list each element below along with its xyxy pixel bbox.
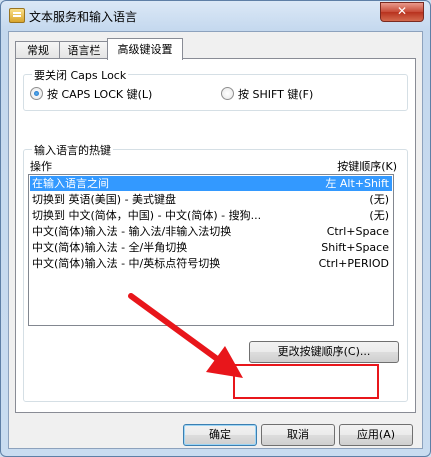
tab-advanced-key-settings[interactable]: 高级键设置 — [107, 38, 183, 60]
annotation-arrow-icon — [128, 293, 243, 378]
